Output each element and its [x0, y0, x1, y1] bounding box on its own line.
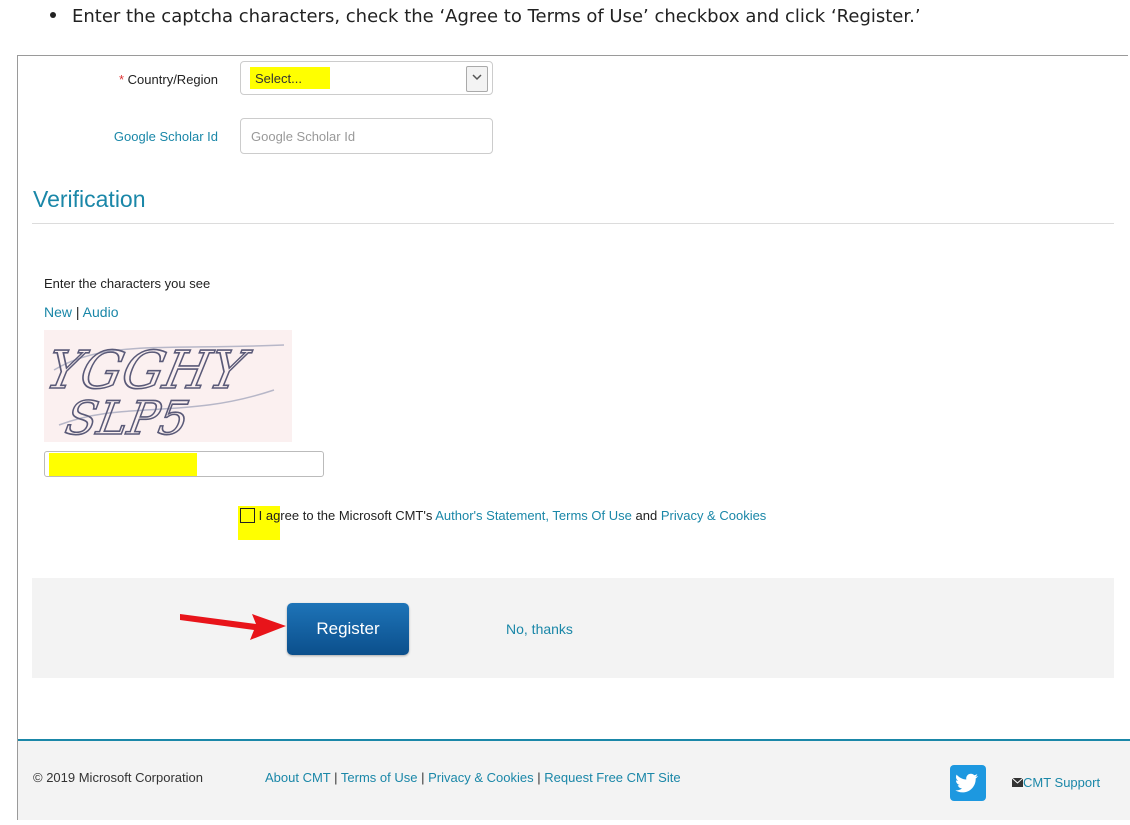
no-thanks-link[interactable]: No, thanks [506, 621, 573, 637]
captcha-label: Enter the characters you see [44, 276, 211, 291]
footer-divider [18, 739, 1130, 741]
divider [32, 223, 1114, 224]
separator: | [75, 304, 80, 320]
privacy-cookies-link[interactable]: Privacy & Cookies [661, 508, 766, 523]
arrow-icon [180, 614, 286, 640]
captcha-input[interactable] [44, 451, 324, 477]
instruction: Enter the captcha characters, check the … [50, 6, 921, 27]
separator: | [421, 770, 425, 785]
agree-prefix: I agree to the Microsoft CMT's [258, 508, 433, 523]
country-select[interactable]: Select... [240, 61, 493, 95]
country-label: * Country/Region [60, 72, 218, 87]
terms-of-use-link[interactable]: Terms Of Use [552, 508, 631, 523]
captcha-line-2: SLP5 [62, 391, 194, 442]
footer-terms-link[interactable]: Terms of Use [341, 770, 418, 785]
twitter-bird-svg [955, 773, 978, 793]
envelope-icon [1011, 777, 1024, 788]
request-site-link[interactable]: Request Free CMT Site [544, 770, 680, 785]
separator: | [334, 770, 338, 785]
agree-row: I agree to the Microsoft CMT's Author's … [240, 508, 766, 524]
captcha-svg: YGGHY SLP5 [40, 340, 285, 446]
country-select-value: Select... [255, 71, 302, 86]
highlight [49, 453, 197, 476]
chevron-down-icon-svg [472, 74, 482, 81]
new-captcha-link[interactable]: New [44, 304, 72, 320]
country-label-text: Country/Region [127, 72, 218, 87]
verification-title: Verification [33, 186, 146, 212]
about-cmt-link[interactable]: About CMT [265, 770, 331, 785]
required-mark: * [118, 72, 125, 87]
audio-captcha-link[interactable]: Audio [83, 304, 119, 320]
scholar-input[interactable] [249, 128, 483, 145]
separator: | [537, 770, 541, 785]
instruction-text: Enter the captcha characters, check the … [72, 6, 921, 27]
cmt-support-label: CMT Support [1023, 775, 1101, 790]
register-button[interactable]: Register [287, 603, 409, 655]
agree-checkbox[interactable] [240, 508, 255, 524]
scholar-field[interactable] [240, 118, 493, 154]
captcha-links: New | Audio [44, 304, 118, 320]
captcha-image: YGGHY SLP5 [40, 330, 292, 446]
footer-privacy-link[interactable]: Privacy & Cookies [428, 770, 533, 785]
agree-and: and [635, 508, 658, 523]
bullet-icon [50, 12, 56, 18]
cmt-support-link[interactable]: CMT Support [1011, 775, 1101, 790]
copyright: © 2019 Microsoft Corporation [33, 770, 203, 785]
footer-links: About CMT | Terms of Use | Privacy & Coo… [265, 770, 681, 785]
chevron-down-icon[interactable] [466, 66, 488, 92]
scholar-label: Google Scholar Id [113, 129, 218, 144]
authors-statement-link[interactable]: Author's Statement, [435, 508, 549, 523]
twitter-icon[interactable] [950, 765, 986, 801]
